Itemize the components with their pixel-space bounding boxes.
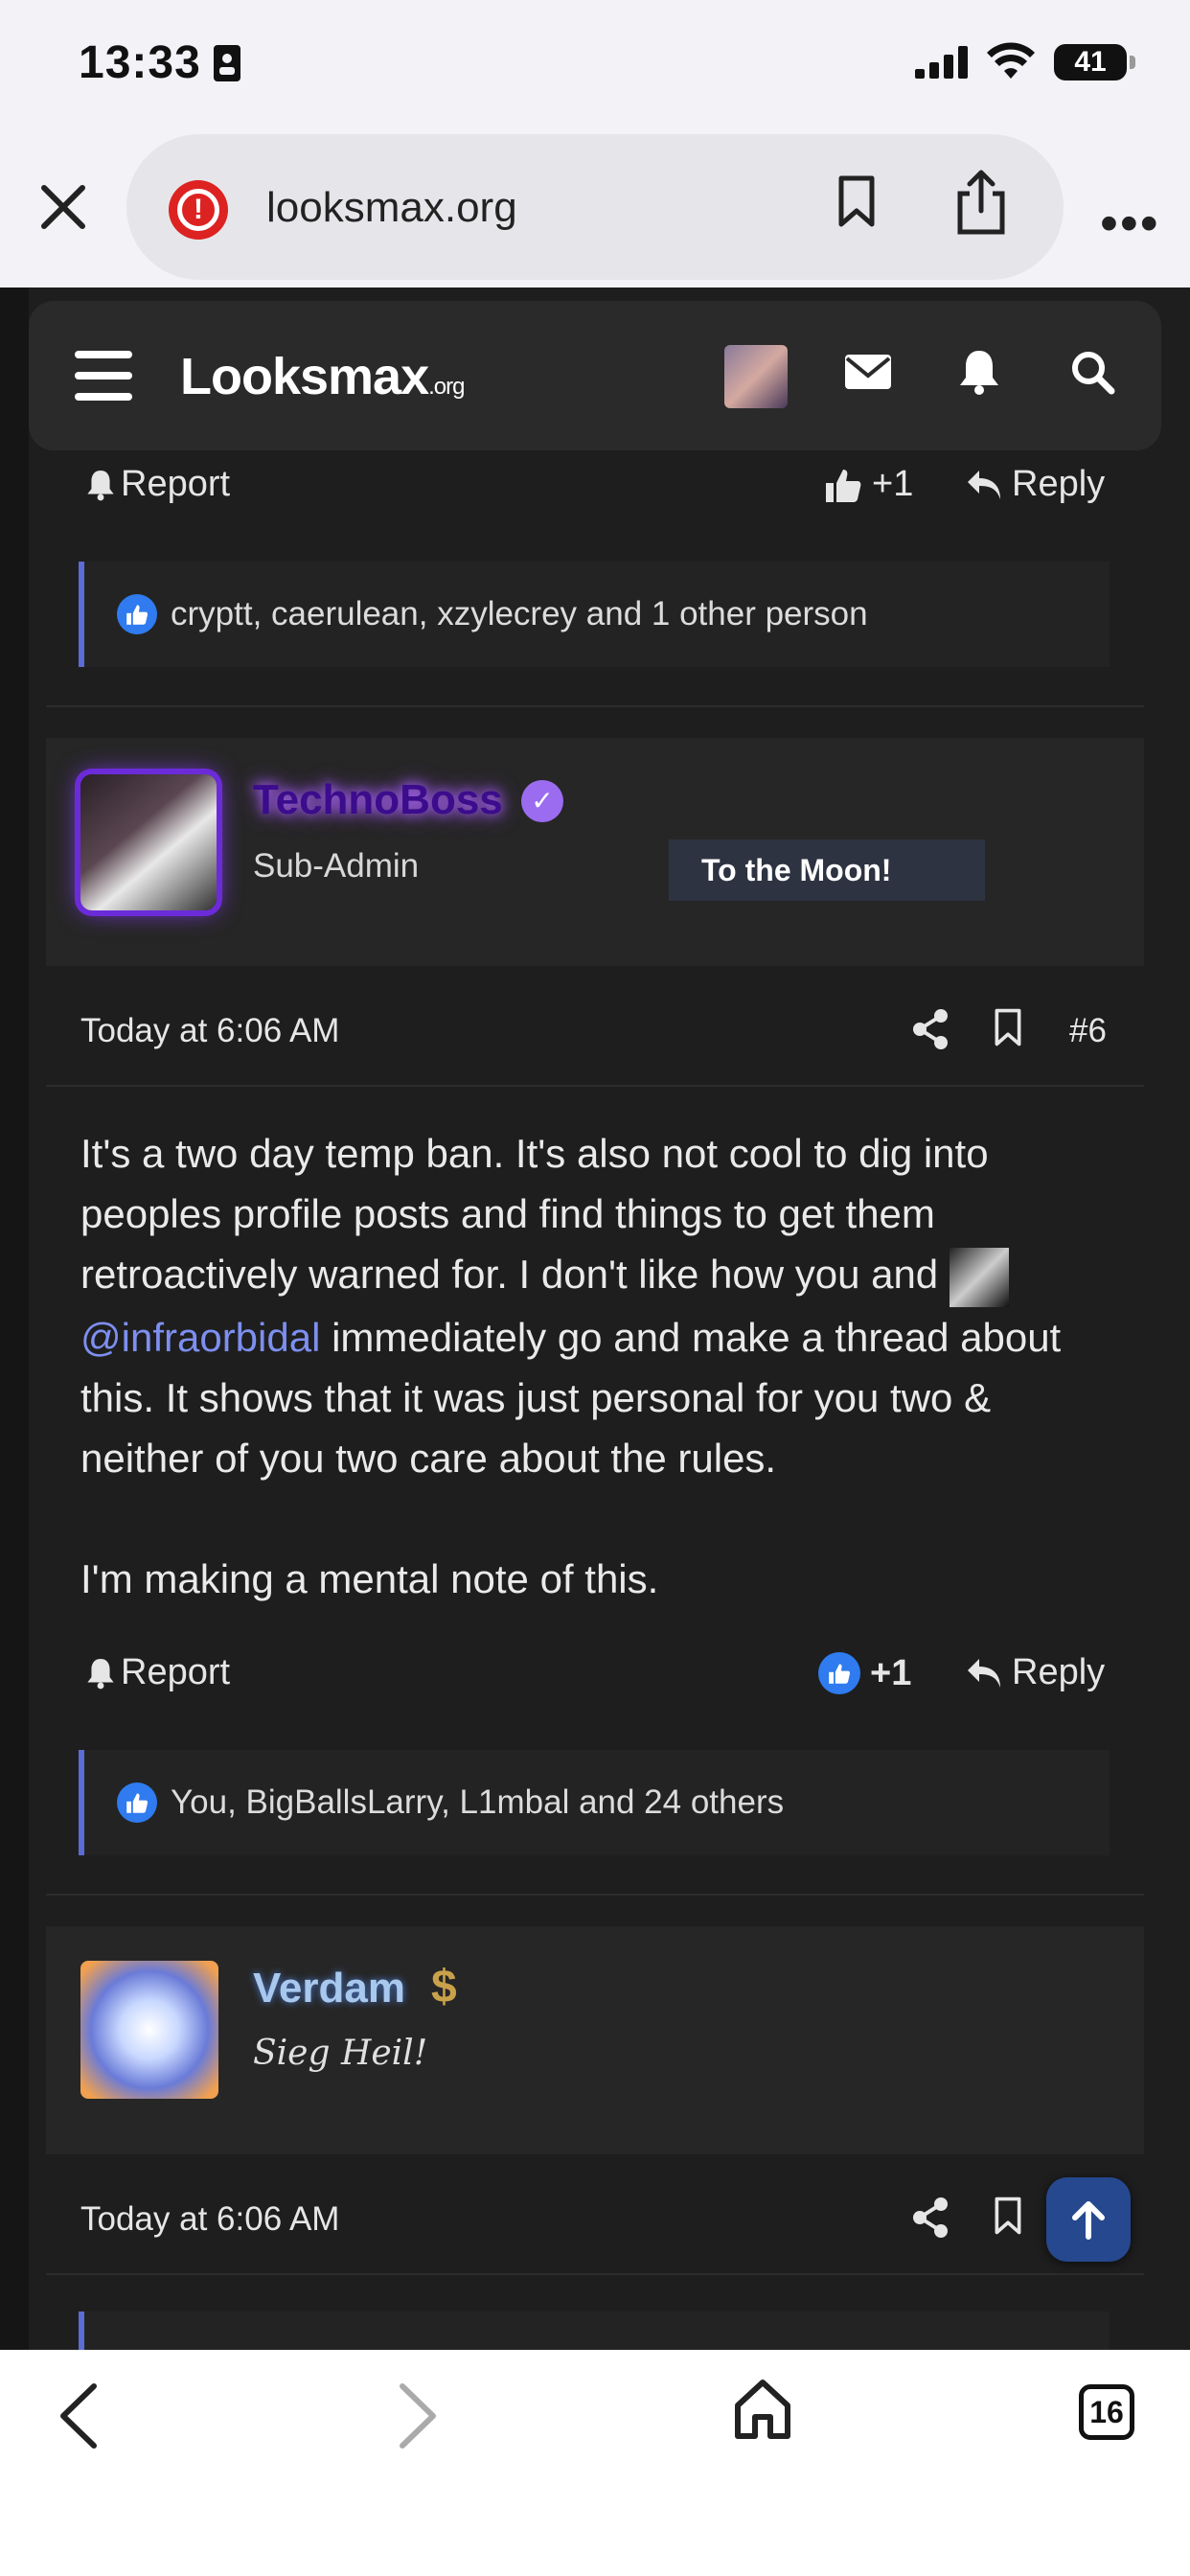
post-user-header: TechnoBoss ✓ Sub-Admin To the Moon! [46, 738, 1144, 966]
user-avatar[interactable] [724, 345, 788, 408]
thumbs-up-icon [826, 469, 861, 502]
like-count: +1 [872, 464, 914, 504]
wifi-icon [987, 42, 1035, 79]
report-button[interactable]: Report [86, 464, 230, 505]
post-divider [46, 1085, 1144, 1087]
site-logo[interactable]: Looksmax.org [180, 347, 465, 406]
share-icon[interactable] [912, 2196, 950, 2239]
more-icon[interactable]: ••• [1100, 194, 1160, 253]
like-reaction-icon [117, 1782, 157, 1823]
url-text[interactable]: looksmax.org [266, 184, 517, 232]
prev-post-actions: Report +1 Reply [86, 464, 1111, 531]
user-banner: To the Moon! [669, 840, 985, 901]
report-label: Report [121, 464, 231, 504]
arrow-up-icon [1072, 2201, 1105, 2240]
thumbs-up-icon [818, 1652, 860, 1694]
report-button[interactable]: Report [86, 1652, 230, 1693]
user-title: Sub-Admin [253, 847, 420, 885]
browser-bottom-bar: 16 [0, 2350, 1190, 2576]
site-navbar: Looksmax.org [29, 301, 1161, 450]
post-number[interactable]: #6 [1069, 1012, 1107, 1050]
reply-label: Reply [1012, 464, 1106, 504]
post-divider [46, 705, 1144, 707]
bookmark-icon[interactable] [993, 2195, 1023, 2237]
dollar-badge-icon: $ [431, 1962, 457, 2012]
post-actions: Report +1 Reply [86, 1652, 1111, 1719]
scroll-to-top-button[interactable] [1046, 2177, 1131, 2262]
post-meta: Today at 6:06 AM #6 [80, 1004, 1110, 1062]
reactions-text: cryptt, caerulean, xzylecrey and 1 other… [171, 595, 868, 632]
post-user-header: Verdam $ Sieg Heil! [46, 1926, 1144, 2154]
post-paragraph: It's a two day temp ban. It's also not c… [80, 1123, 1115, 1488]
bookmark-icon[interactable] [835, 174, 878, 228]
post-text: It's a two day temp ban. It's also not c… [80, 1131, 989, 1297]
close-icon[interactable] [36, 180, 90, 234]
warning-icon[interactable]: ! [169, 180, 228, 240]
report-label: Report [121, 1652, 231, 1692]
reactions-text: You, BigBallsLarry, L1mbal and 24 others [171, 1783, 785, 1821]
battery-level: 41 [1054, 44, 1127, 80]
reactions-summary[interactable]: You, BigBallsLarry, L1mbal and 24 others [79, 1750, 1110, 1855]
user-mention-link[interactable]: @infraorbidal [80, 1315, 320, 1360]
avatar[interactable] [80, 774, 217, 910]
post-divider [46, 1894, 1144, 1896]
like-reaction-icon [117, 594, 157, 634]
logo-suffix: .org [428, 374, 465, 400]
browser-toolbar: ! looksmax.org ••• [0, 134, 1190, 288]
home-icon[interactable] [734, 2379, 791, 2440]
post-paragraph: I'm making a mental note of this. [80, 1555, 659, 1601]
user-title: Sieg Heil! [253, 2034, 428, 2073]
username[interactable]: Verdam [253, 1965, 405, 2012]
inline-avatar-image [949, 1247, 1009, 1307]
share-icon[interactable] [952, 169, 1010, 236]
bell-icon [87, 1658, 114, 1689]
post-divider [46, 2273, 1144, 2275]
post-date[interactable]: Today at 6:06 AM [80, 2200, 339, 2239]
id-card-icon [214, 45, 240, 81]
logo-main: Looksmax [180, 348, 429, 405]
reactions-summary[interactable]: cryptt, caerulean, xzylecrey and 1 other… [79, 562, 1110, 667]
battery-nub [1130, 56, 1135, 69]
reply-icon [968, 1658, 1000, 1688]
tab-count-button[interactable]: 16 [1079, 2384, 1134, 2440]
like-count: +1 [870, 1652, 912, 1693]
post-meta: Today at 6:06 AM [80, 2193, 1110, 2250]
cellular-signal-icon [915, 46, 968, 79]
like-button[interactable]: +1 [824, 464, 913, 505]
url-bar[interactable]: ! looksmax.org [126, 134, 1064, 280]
status-time: 13:33 [79, 37, 201, 88]
reply-label: Reply [1012, 1652, 1106, 1692]
reply-icon [968, 470, 1000, 499]
reply-button[interactable]: Reply [966, 464, 1105, 505]
search-icon[interactable] [1069, 349, 1115, 395]
avatar[interactable] [80, 1961, 218, 2099]
mail-icon[interactable] [845, 355, 891, 389]
bookmark-icon[interactable] [993, 1006, 1023, 1048]
forward-arrow-icon[interactable] [397, 2382, 439, 2450]
post-date[interactable]: Today at 6:06 AM [80, 1012, 339, 1050]
share-icon[interactable] [912, 1008, 950, 1050]
menu-icon[interactable] [75, 351, 132, 401]
post-content-start [79, 2312, 1110, 2350]
status-bar: 13:33 41 [0, 0, 1190, 134]
page-content: Looksmax.org Report +1 Reply cryptt, cae… [0, 288, 1190, 2350]
username[interactable]: TechnoBoss [253, 776, 503, 824]
back-arrow-icon[interactable] [57, 2382, 100, 2450]
like-button[interactable]: +1 [818, 1652, 911, 1694]
verified-badge-icon: ✓ [521, 780, 563, 822]
reply-button[interactable]: Reply [966, 1652, 1105, 1693]
post-body: It's a two day temp ban. It's also not c… [80, 1123, 1115, 1609]
bell-icon[interactable] [958, 349, 1000, 395]
bell-icon [87, 470, 114, 500]
